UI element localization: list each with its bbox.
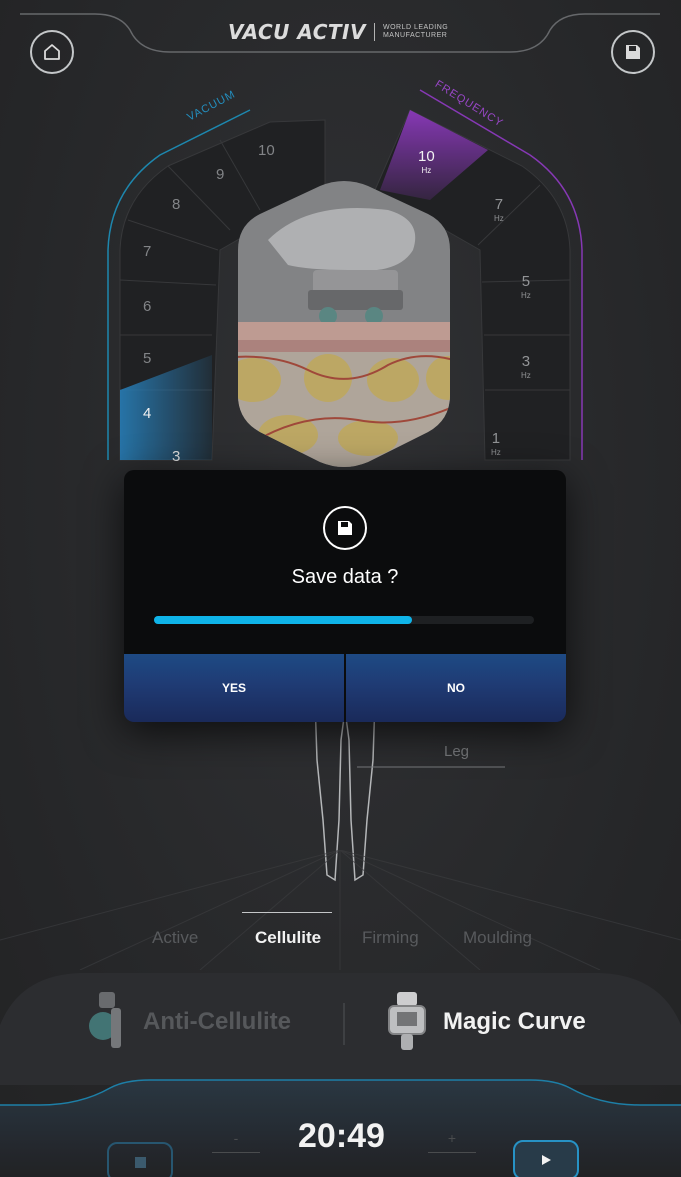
app-screen: VACU ACTIV WORLD LEADING MANUFACTURER VA… <box>0 0 681 1177</box>
save-icon <box>338 521 352 535</box>
yes-button[interactable]: YES <box>124 654 344 722</box>
save-progress-fill <box>154 616 413 624</box>
dialog-save-badge <box>323 506 367 550</box>
no-button[interactable]: NO <box>346 654 566 722</box>
save-dialog: Save data ? YES NO <box>124 470 566 722</box>
dialog-title: Save data ? <box>291 566 399 588</box>
save-progress-track <box>154 616 534 624</box>
